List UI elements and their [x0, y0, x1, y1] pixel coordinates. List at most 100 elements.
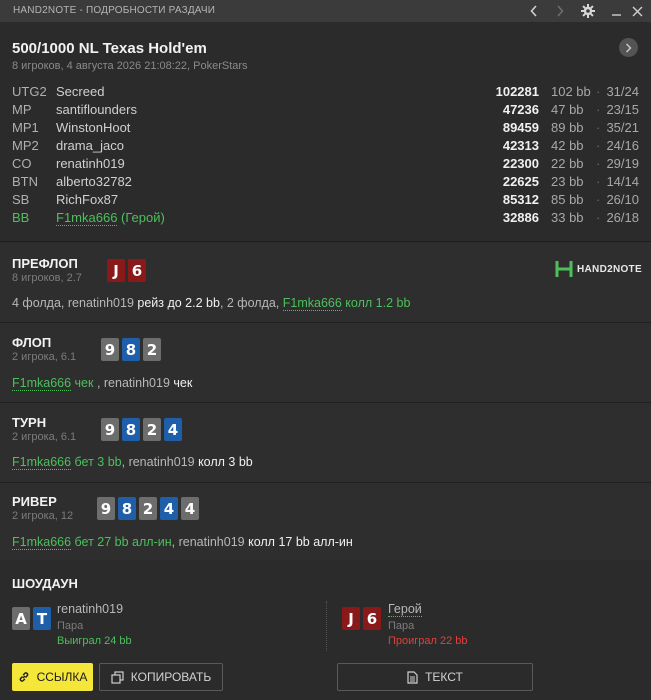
text-button-label: ТЕКСТ: [425, 670, 463, 684]
hero-tag: (Герой): [121, 210, 165, 225]
card: 8: [122, 418, 140, 441]
separator-dot: ·: [596, 174, 601, 189]
villain-name: renatinh019: [57, 602, 124, 616]
text-button[interactable]: ТЕКСТ: [337, 663, 533, 691]
player-stack: 22625: [502, 174, 539, 189]
game-subtitle: 8 игроков, 4 августа 2026 21:08:22, Poke…: [12, 60, 248, 72]
player-row[interactable]: MP1 WinstonHoot 89459 89 bb · 35/21: [0, 120, 651, 138]
player-row[interactable]: CO renatinh019 22300 22 bb · 29/19: [0, 156, 651, 174]
copy-button[interactable]: КОПИРОВАТЬ: [99, 663, 223, 691]
street-river: РИВЕР 2 игрока, 12 9 8 2 4 4 F1mka666 бе…: [0, 483, 651, 560]
board-cards: 9 8 2: [101, 338, 161, 361]
player-stack: 42313: [502, 138, 539, 153]
close-icon[interactable]: [627, 2, 647, 20]
hero-name-link[interactable]: F1mka666: [282, 296, 342, 311]
card: 6: [363, 607, 381, 630]
action-text: , 2 фолда,: [219, 296, 283, 310]
window-title: HAND2NOTE - ПОДРОБНОСТИ РАЗДАЧИ: [13, 5, 216, 16]
hero-name-link[interactable]: Герой: [388, 602, 422, 617]
player-name: santiflounders: [56, 102, 137, 117]
hero-action: бет 3 bb: [71, 455, 122, 469]
player-stack-bb: 85 bb: [551, 192, 584, 207]
player-position: MP2: [12, 138, 39, 153]
card: 2: [143, 418, 161, 441]
hero-name-link[interactable]: F1mka666: [12, 535, 72, 550]
street-name: ПРЕФЛОП: [12, 256, 78, 271]
showdown-title: ШОУДАУН: [12, 576, 78, 591]
villain-action: чек: [173, 376, 193, 390]
gear-icon[interactable]: [578, 2, 598, 20]
street-name: ТУРН: [12, 415, 47, 430]
separator-dot: ·: [596, 192, 601, 207]
document-icon: [407, 670, 418, 684]
copy-button-label: КОПИРОВАТЬ: [130, 670, 212, 684]
link-button[interactable]: ССЫЛКА: [12, 663, 93, 691]
player-position: MP: [12, 102, 32, 117]
card: 4: [181, 497, 199, 520]
minimize-icon[interactable]: [606, 2, 626, 20]
action-text: , renatinh019: [171, 535, 249, 549]
villain-cards: A T: [12, 607, 51, 630]
player-stack-bb: 22 bb: [551, 156, 584, 171]
separator-dot: ·: [596, 102, 601, 117]
separator-dot: ·: [596, 210, 601, 225]
street-preflop: ПРЕФЛОП 8 игроков, 2.7 J 6 HAND2NOTE 4 ф…: [0, 243, 651, 323]
card: A: [12, 607, 30, 630]
hero-name-link[interactable]: F1mka666: [12, 455, 72, 470]
hero-name[interactable]: F1mka666: [56, 210, 118, 226]
player-row[interactable]: UTG2 Secreed 102281 102 bb · 31/24: [0, 84, 651, 102]
hero-player-row[interactable]: BB F1mka666 (Герой) 32886 33 bb · 26/18: [0, 210, 651, 228]
villain-result: Выиграл 24 bb: [57, 635, 132, 647]
player-stats: 24/16: [606, 138, 639, 153]
street-name: РИВЕР: [12, 494, 57, 509]
chevron-left-icon[interactable]: [524, 2, 544, 20]
showdown-divider: [326, 601, 327, 651]
street-pot: 8 игроков, 2.7: [12, 272, 82, 284]
player-name: Secreed: [56, 84, 105, 99]
player-stack: 32886: [502, 210, 539, 225]
player-stats: 29/19: [606, 156, 639, 171]
street-pot: 2 игрока, 6.1: [12, 431, 77, 443]
copy-icon: [111, 670, 124, 684]
villain-hand-rank: Пара: [57, 620, 84, 632]
card: 8: [118, 497, 136, 520]
chevron-right-icon[interactable]: [550, 2, 570, 20]
player-row[interactable]: MP2 drama_jaco 42313 42 bb · 24/16: [0, 138, 651, 156]
card: 2: [143, 338, 161, 361]
action-text: , renatinh019: [121, 455, 199, 469]
logo-text: HAND2NOTE: [577, 263, 642, 275]
hero-name-link[interactable]: F1mka666: [12, 376, 72, 391]
separator-dot: ·: [596, 84, 601, 99]
street-turn: ТУРН 2 игрока, 6.1 9 8 2 4 F1mka666 бет …: [0, 403, 651, 483]
player-position: BB: [12, 210, 30, 225]
game-title: 500/1000 NL Texas Hold'em: [12, 40, 207, 57]
action-text: 4 фолда, renatinh019: [12, 296, 138, 310]
action-text: , renatinh019: [93, 376, 174, 390]
player-position: UTG2: [12, 84, 47, 99]
villain-action: колл 17 bb алл-ин: [248, 535, 353, 549]
player-stats: 35/21: [606, 120, 639, 135]
player-stats: 26/18: [606, 210, 639, 225]
card: 9: [97, 497, 115, 520]
street-name: ФЛОП: [12, 335, 52, 350]
next-hand-button[interactable]: [619, 38, 638, 57]
player-position: MP1: [12, 120, 39, 135]
player-stack: 47236: [502, 102, 539, 117]
player-row[interactable]: MP santiflounders 47236 47 bb · 23/15: [0, 102, 651, 120]
player-row[interactable]: SB RichFox87 85312 85 bb · 26/10: [0, 192, 651, 210]
link-button-label: ССЫЛКА: [36, 670, 88, 684]
player-stack-bb: 89 bb: [551, 120, 584, 135]
hero-action: колл 1.2 bb: [341, 296, 411, 310]
street-actions: 4 фолда, renatinh019 рейз до 2.2 bb, 2 ф…: [12, 296, 411, 311]
street-actions: F1mka666 бет 27 bb алл-ин, renatinh019 к…: [12, 535, 353, 550]
player-stack: 22300: [502, 156, 539, 171]
card: 2: [139, 497, 157, 520]
card: 4: [160, 497, 178, 520]
hero-action: чек: [71, 376, 94, 390]
card: 4: [164, 418, 182, 441]
separator-dot: ·: [596, 120, 601, 135]
street-flop: ФЛОП 2 игрока, 6.1 9 8 2 F1mka666 чек , …: [0, 323, 651, 403]
player-row[interactable]: BTN alberto32782 22625 23 bb · 14/14: [0, 174, 651, 192]
board-cards: 9 8 2 4: [101, 418, 182, 441]
card: 9: [101, 418, 119, 441]
